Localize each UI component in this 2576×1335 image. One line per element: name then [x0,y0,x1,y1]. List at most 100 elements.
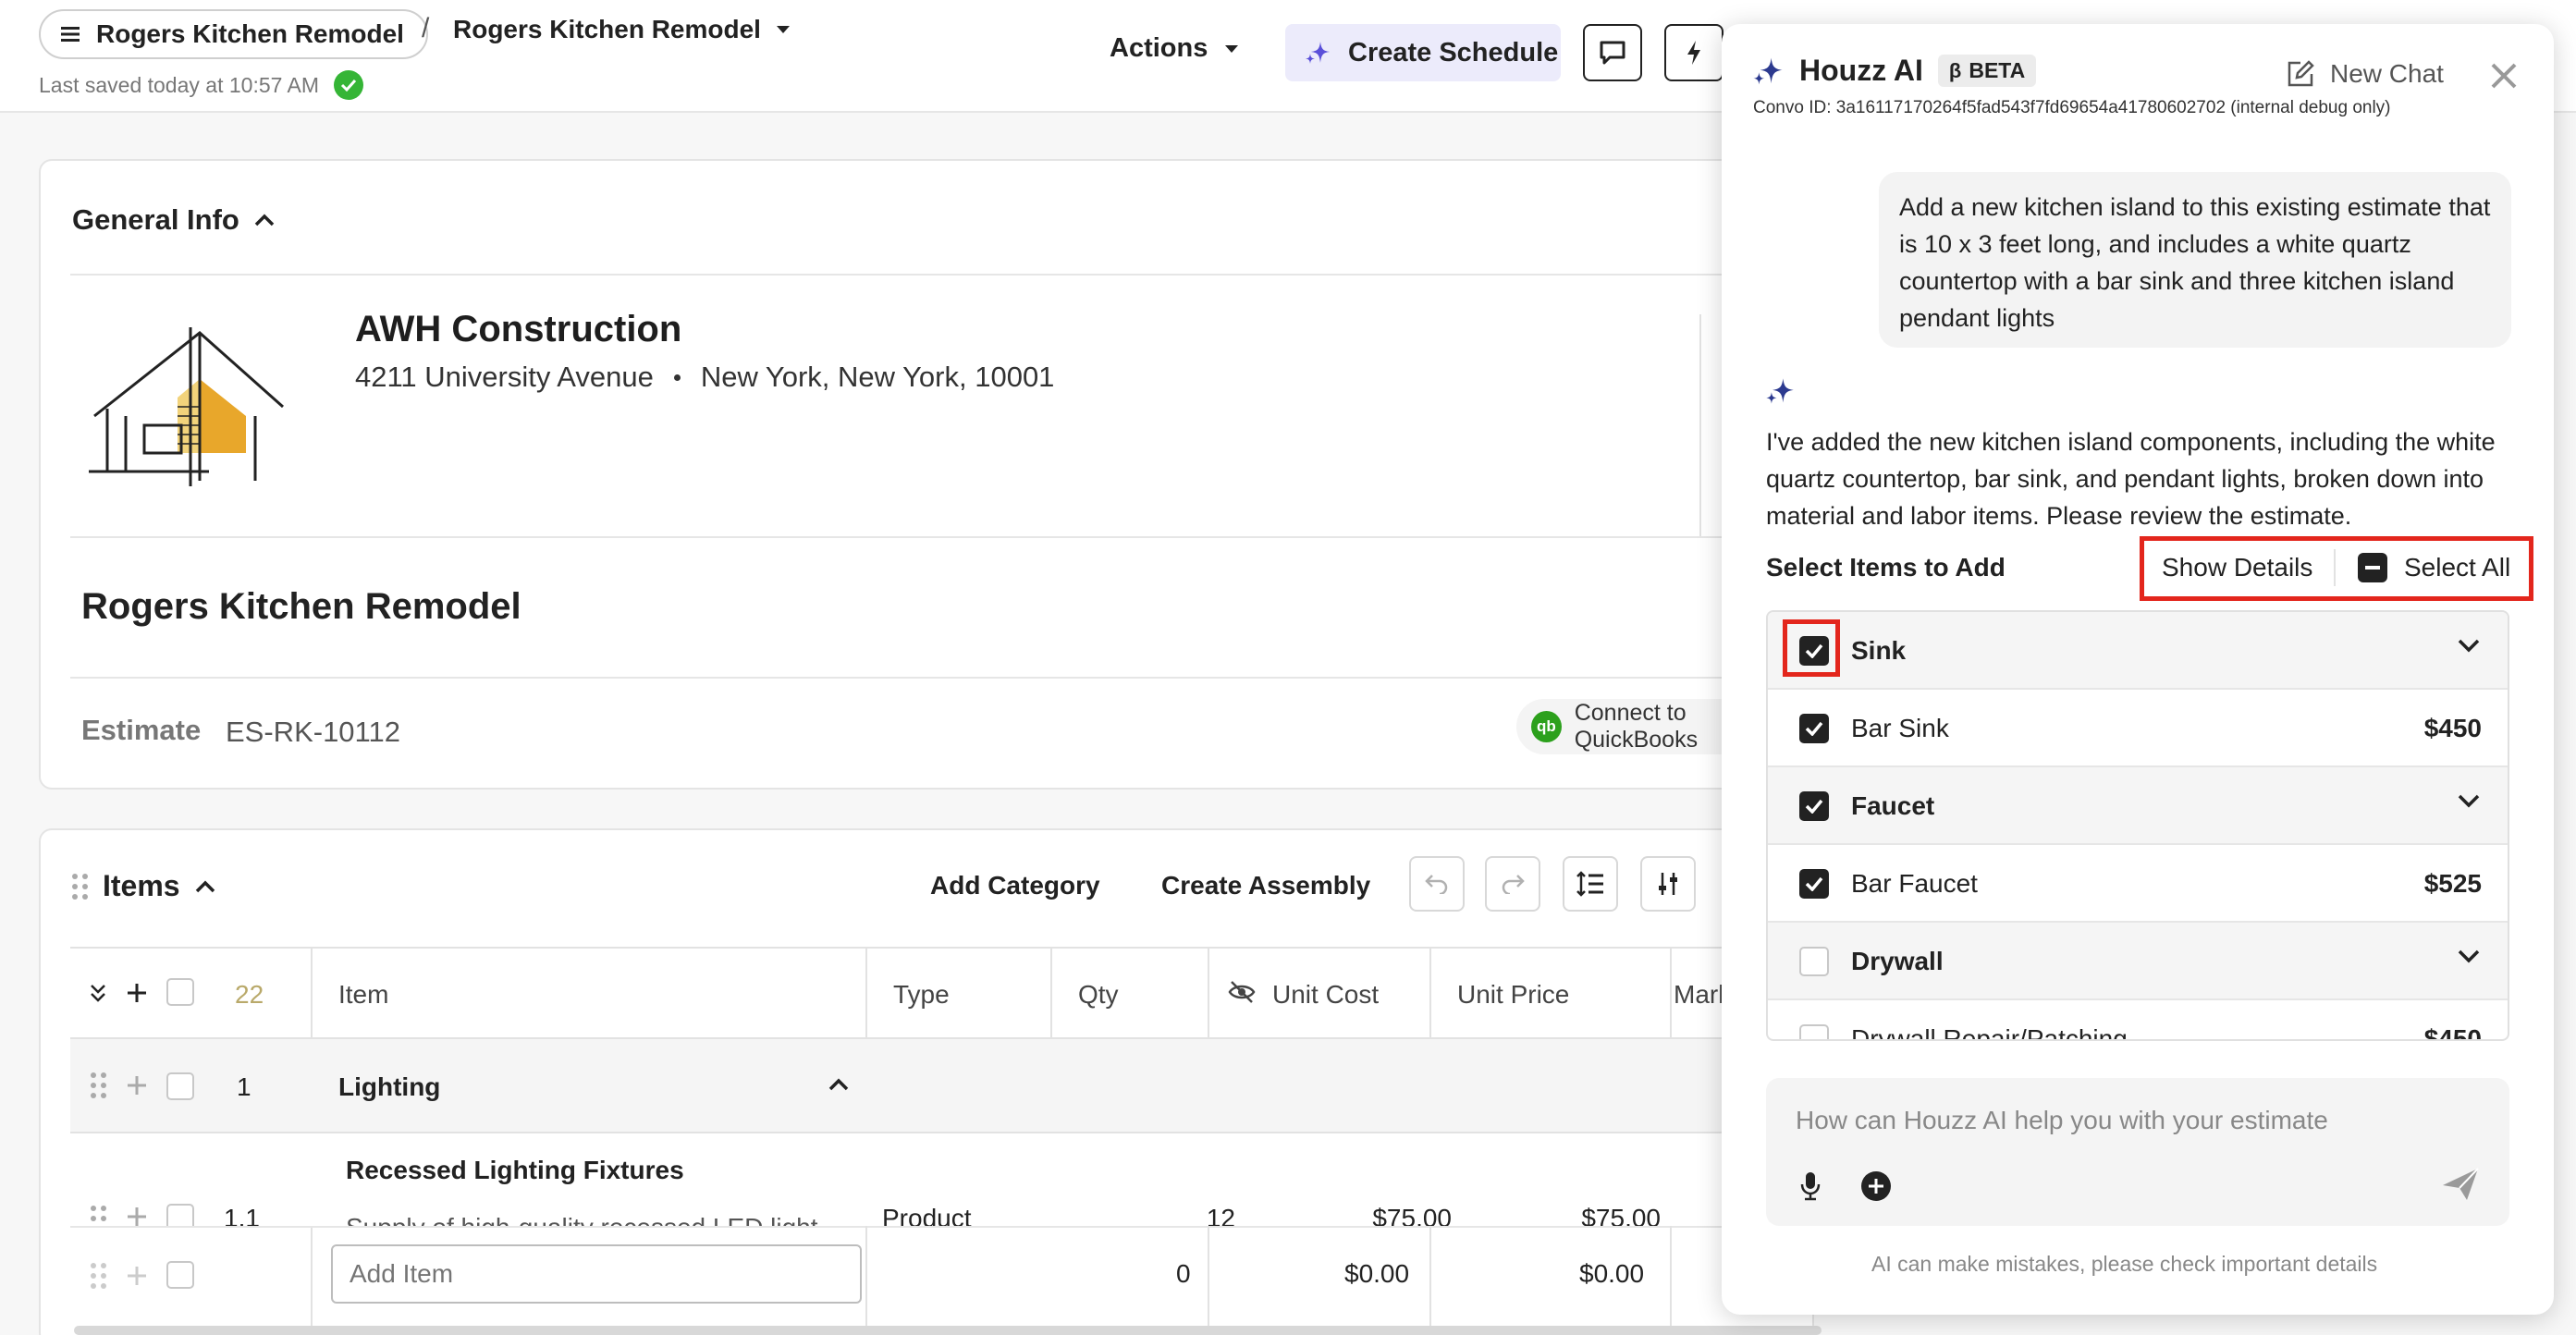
item-type: Product [882,1204,972,1226]
chevron-down-icon[interactable] [2458,638,2480,653]
column-header-unit-cost[interactable]: Unit Cost [1272,980,1379,1010]
undo-button[interactable] [1409,856,1465,912]
table-row[interactable]: 1.1 Recessed Lighting Fixtures Supply of… [70,1133,1827,1226]
row-checbox[interactable] [166,1204,194,1226]
drag-handle-icon[interactable] [91,1072,106,1098]
checkbox-checked-icon[interactable] [1799,791,1829,821]
row-number: 1 [237,1072,251,1101]
drag-handle-icon[interactable] [91,1206,106,1226]
add-category-button[interactable]: Add Category [930,871,1100,900]
divider [70,1226,1827,1228]
column-header-item[interactable]: Item [338,980,388,1010]
checkbox-unchecked-icon[interactable] [1799,1024,1829,1039]
column-header-qty[interactable]: Qty [1078,980,1119,1010]
column-settings-button[interactable] [1640,856,1696,912]
add-item-input[interactable] [331,1244,862,1304]
eye-off-icon[interactable] [1228,980,1256,1004]
select-all-checkbox[interactable] [166,978,194,1006]
new-chat-button[interactable]: New Chat [2286,59,2444,89]
beta-label: BETA [1969,58,2026,82]
item-label: Bar Faucet [1851,869,1978,898]
chat-input-placeholder[interactable]: How can Houzz AI help you with your esti… [1796,1106,2328,1135]
ai-chat-input[interactable] [1766,1078,2509,1226]
show-details-button[interactable]: Show Details [2162,553,2312,582]
row-number: 1.1 [224,1204,260,1226]
list-item[interactable]: Drywall Repair/Patching $450 [1768,1000,2508,1041]
items-toggle[interactable]: Items [72,869,215,903]
items-title: Items [103,869,180,902]
ai-panel-title: Houzz AI [1799,54,1923,87]
send-icon[interactable] [2441,1167,2480,1202]
indeterminate-checkbox-icon [2358,553,2387,582]
row-checkbox[interactable] [166,1072,194,1100]
microphone-icon[interactable] [1799,1170,1822,1202]
ai-items-list: Sink Bar Sink $450 Faucet Bar Faucet $52… [1766,610,2509,1041]
horizontal-scrollbar[interactable] [74,1326,1822,1335]
drag-handle-icon [91,1263,106,1289]
sparkle-icon [1764,375,1796,407]
list-item[interactable]: Bar Faucet $525 [1768,845,2508,923]
line-spacing-button[interactable] [1563,856,1618,912]
save-status: Last saved today at 10:57 AM [39,70,364,100]
company-street: 4211 University Avenue [355,361,654,393]
item-price: $450 [2423,1024,2482,1041]
checkbox-unchecked-icon[interactable] [1799,947,1829,976]
divider [1208,1226,1209,1328]
select-all-button[interactable]: Select All [2358,553,2510,582]
create-assembly-button[interactable]: Create Assembly [1161,871,1370,900]
general-info-title: General Info [72,203,239,236]
add-attachment-icon[interactable] [1860,1170,1892,1202]
add-row-unit-cost[interactable]: $0.00 [1344,1259,1409,1289]
list-item[interactable]: Bar Sink $450 [1768,690,2508,767]
column-header-type[interactable]: Type [893,980,950,1010]
item-unit-price: $75.00 [1581,1204,1661,1226]
edit-icon [2286,59,2315,89]
add-row-icon[interactable] [126,1074,148,1096]
divider [865,1226,867,1328]
redo-icon [1501,874,1525,894]
checkbox-checked-icon[interactable] [1799,714,1829,743]
item-name: Recessed Lighting Fixtures [346,1156,684,1184]
create-schedule-button[interactable]: Create Schedule [1285,24,1561,81]
group-label: Faucet [1851,791,1935,820]
sparkle-icon [1751,55,1785,88]
company-address: 4211 University Avenue New York, New Yor… [355,361,1054,394]
chevron-up-icon[interactable] [828,1078,849,1091]
group-label: Drywall [1851,947,1944,975]
general-info-toggle[interactable]: General Info [72,203,275,237]
sliders-icon [1656,871,1680,897]
column-header-markup[interactable]: Markup [1674,980,1722,1010]
chevron-down-icon[interactable] [2458,949,2480,963]
collapse-all-icon[interactable] [89,982,107,1004]
ai-panel-header: Houzz AI β BETA [1751,54,2037,88]
category-name: Lighting [338,1072,441,1101]
saved-status-text: Last saved today at 10:57 AM [39,72,320,97]
project-title-dropdown[interactable]: Rogers Kitchen Remodel [453,15,791,44]
chevron-down-icon[interactable] [2458,793,2480,808]
comment-icon [1599,40,1626,66]
redo-button[interactable] [1485,856,1540,912]
add-row-qty[interactable]: 0 [1176,1259,1191,1289]
estimate-label: Estimate [81,714,202,746]
row-checkbox[interactable] [166,1261,194,1289]
quick-actions-button[interactable] [1664,24,1723,81]
list-item-group[interactable]: Faucet [1768,767,2508,845]
add-row-icon[interactable] [126,1265,148,1287]
ai-disclaimer: AI can make mistakes, please check impor… [1871,1252,2378,1276]
close-icon[interactable] [2489,61,2519,91]
add-row-icon[interactable] [126,1206,148,1226]
column-header-unit-price[interactable]: Unit Price [1457,980,1569,1010]
item-count: 22 [235,980,264,1009]
list-item-group[interactable]: Drywall [1768,923,2508,1000]
add-row-icon[interactable] [126,982,148,1004]
actions-dropdown[interactable]: Actions [1110,33,1239,64]
comments-button[interactable] [1583,24,1642,81]
list-item-group[interactable]: Sink [1768,612,2508,690]
table-row-category[interactable] [70,1039,1827,1133]
project-pill-label: Rogers Kitchen Remodel [96,19,404,48]
lightning-icon [1685,39,1703,67]
project-menu-pill[interactable]: Rogers Kitchen Remodel [39,9,428,59]
checkbox-checked-icon[interactable] [1799,869,1829,899]
add-row-unit-price[interactable]: $0.00 [1579,1259,1644,1289]
drag-handle-icon[interactable] [72,873,88,900]
